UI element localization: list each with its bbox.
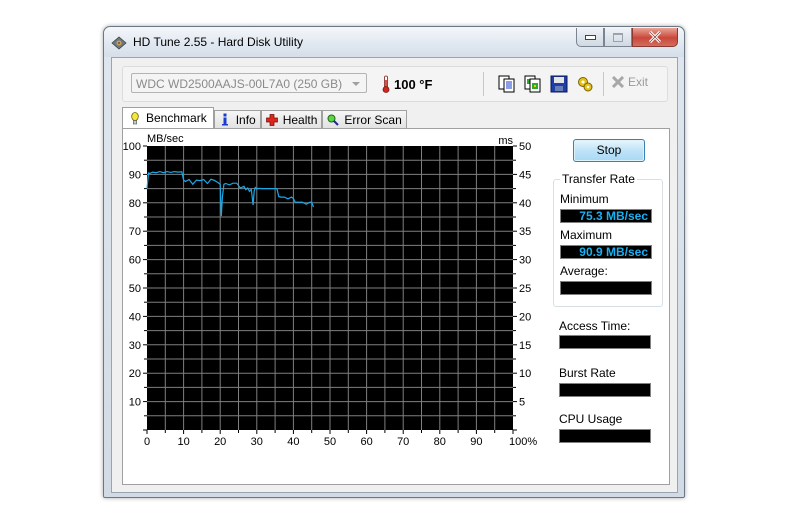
x-tick-label: 50: [324, 436, 336, 448]
burst-rate-value: [559, 383, 651, 397]
copy-screenshot-icon[interactable]: [524, 75, 542, 93]
y-tick-label: 100: [123, 141, 141, 153]
info-icon: [219, 113, 231, 127]
transfer-rate-title: Transfer Rate: [560, 172, 637, 186]
maximize-button[interactable]: [604, 28, 632, 47]
y2-tick-label: 10: [519, 368, 531, 380]
drive-select[interactable]: WDC WD2500AAJS-00L7A0 (250 GB): [131, 73, 367, 93]
y2-tick-label: 30: [519, 255, 531, 267]
x-tick-label: 100%: [509, 436, 537, 448]
y2-tick-label: 45: [519, 169, 531, 181]
y-axis-label: MB/sec: [147, 133, 184, 145]
y2-tick-label: 20: [519, 311, 531, 323]
maximum-label: Maximum: [560, 228, 613, 242]
app-window: HD Tune 2.55 - Hard Disk Utility WDC WD2…: [103, 26, 685, 498]
client-area: WDC WD2500AAJS-00L7A0 (250 GB) 100 °F Ex…: [111, 57, 678, 493]
health-cross-icon: [265, 113, 278, 127]
y-tick-label: 20: [129, 368, 141, 380]
x-tick-label: 60: [360, 436, 372, 448]
x-tick-label: 10: [177, 436, 189, 448]
access-time-label: Access Time:: [559, 319, 631, 333]
close-x-icon: [611, 76, 625, 88]
exit-label: Exit: [628, 75, 649, 89]
toolbar: WDC WD2500AAJS-00L7A0 (250 GB) 100 °F Ex…: [122, 66, 668, 102]
y-tick-label: 10: [129, 397, 141, 409]
title-bar[interactable]: HD Tune 2.55 - Hard Disk Utility: [104, 27, 684, 57]
tab-label: Info: [235, 112, 256, 127]
tab-info[interactable]: Info: [213, 110, 261, 128]
magnifier-icon: [327, 113, 340, 127]
stop-button[interactable]: Stop: [573, 139, 645, 162]
maximize-icon: [613, 32, 623, 42]
transfer-rate-group: Transfer Rate Minimum 75.3 MB/sec Maximu…: [553, 172, 663, 307]
cpu-usage-label: CPU Usage: [559, 412, 623, 426]
lightbulb-icon: [129, 111, 141, 125]
y-tick-label: 50: [129, 283, 141, 295]
copy-text-icon[interactable]: [498, 75, 516, 93]
y-tick-label: 60: [129, 255, 141, 267]
x-tick-label: 20: [214, 436, 226, 448]
tab-label: Health: [282, 112, 318, 127]
close-button[interactable]: [632, 28, 678, 47]
tab-error-scan[interactable]: Error Scan: [322, 110, 407, 128]
thermometer-icon: [382, 75, 390, 93]
temperature-display: 100 °F: [382, 73, 432, 95]
tab-label: Benchmark: [146, 111, 207, 125]
x-tick-label: 90: [470, 436, 482, 448]
minimize-button[interactable]: [576, 28, 604, 47]
x-tick-label: 40: [287, 436, 299, 448]
y2-tick-label: 40: [519, 198, 531, 210]
temperature-value: 100 °F: [394, 76, 433, 92]
toolbar-divider: [603, 72, 604, 96]
y-tick-label: 40: [129, 311, 141, 323]
y2-tick-label: 5: [519, 397, 525, 409]
y2-axis-label: ms: [498, 135, 513, 147]
benchmark-panel: 10 20 30 40 50 60 70 80 90 100 5 10 15 20 25 30 35 40 45 50…: [122, 128, 670, 485]
drive-select-value: WDC WD2500AAJS-00L7A0 (250 GB): [136, 77, 343, 91]
tab-label: Error Scan: [344, 112, 402, 127]
y2-tick-label: 25: [519, 283, 531, 295]
hard-disk-app-icon: [111, 36, 127, 50]
y2-tick-label: 50: [519, 141, 531, 153]
toolbar-divider: [483, 72, 484, 96]
y-tick-label: 30: [129, 340, 141, 352]
transfer-rate-chart: 1020304050607080901005101520253035404550…: [123, 133, 537, 448]
x-tick-label: 30: [251, 436, 263, 448]
burst-rate-label: Burst Rate: [559, 366, 616, 380]
window-title: HD Tune 2.55 - Hard Disk Utility: [133, 35, 304, 49]
y2-tick-label: 15: [519, 340, 531, 352]
access-time-value: [559, 335, 651, 349]
chevron-down-icon: [352, 82, 360, 86]
average-value: [560, 281, 652, 295]
options-icon[interactable]: [576, 75, 594, 93]
x-tick-label: 0: [144, 436, 150, 448]
cpu-usage-value: [559, 429, 651, 443]
tab-bar: Benchmark Info Health Error Scan: [122, 107, 407, 128]
y-tick-label: 70: [129, 226, 141, 238]
tab-benchmark[interactable]: Benchmark: [122, 107, 214, 128]
x-tick-label: 70: [397, 436, 409, 448]
tab-health[interactable]: Health: [260, 110, 323, 128]
minimize-icon: [584, 34, 596, 40]
x-tick-label: 80: [434, 436, 446, 448]
y2-tick-label: 35: [519, 226, 531, 238]
average-label: Average:: [560, 264, 608, 278]
maximum-value: 90.9 MB/sec: [560, 245, 652, 259]
save-icon[interactable]: [550, 75, 568, 93]
exit-button[interactable]: Exit: [611, 75, 648, 89]
minimum-value: 75.3 MB/sec: [560, 209, 652, 223]
close-icon: [648, 31, 662, 43]
y-tick-label: 80: [129, 198, 141, 210]
minimum-label: Minimum: [560, 192, 609, 206]
y-tick-label: 90: [129, 169, 141, 181]
